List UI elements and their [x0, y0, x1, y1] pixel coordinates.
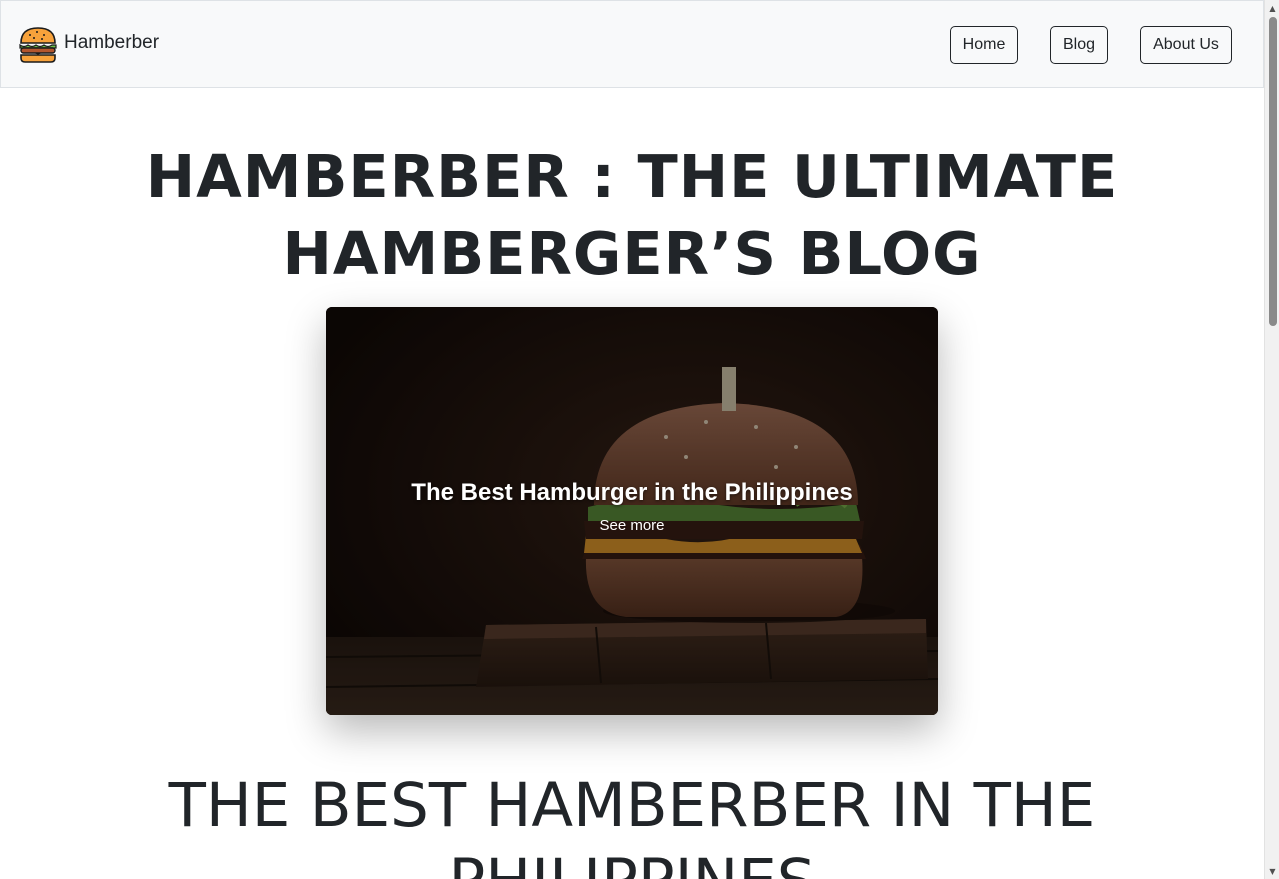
nav-about-us-button[interactable]: About Us [1140, 26, 1232, 64]
section-title: THE BEST HAMBERBER IN THE PHILIPPINES [168, 770, 1096, 879]
burger-icon [19, 27, 57, 63]
brand[interactable]: Hamberber [17, 24, 159, 66]
card-caption: The Best Hamburger in the Philippines Se… [326, 479, 938, 534]
see-more-link[interactable]: See more [599, 517, 664, 534]
card-title: The Best Hamburger in the Philippines [411, 479, 853, 506]
nav-blog-button[interactable]: Blog [1050, 26, 1108, 64]
brand-name: Hamberber [64, 32, 160, 53]
page-title-line-2: HAMBERGER’S BLOG [282, 219, 982, 288]
nav-home-button[interactable]: Home [950, 26, 1018, 64]
featured-post-card[interactable]: The Best Hamburger in the Philippines Se… [326, 307, 938, 715]
scrollbar-thumb[interactable] [1269, 17, 1277, 326]
page-title-line-1: HAMBERBER : THE ULTIMATE [145, 142, 1119, 211]
scroll-down-icon[interactable]: ▼ [1268, 865, 1277, 877]
scroll-up-icon[interactable]: ▲ [1268, 2, 1277, 14]
page-viewport: Hamberber Home Blog About Us HAMBERBER :… [0, 0, 1264, 879]
navbar: Hamberber Home Blog About Us [0, 0, 1264, 88]
page-title: HAMBERBER : THE ULTIMATE HAMBERGER’S BLO… [0, 138, 1264, 292]
vertical-scrollbar[interactable]: ▲ ▼ [1264, 0, 1279, 879]
